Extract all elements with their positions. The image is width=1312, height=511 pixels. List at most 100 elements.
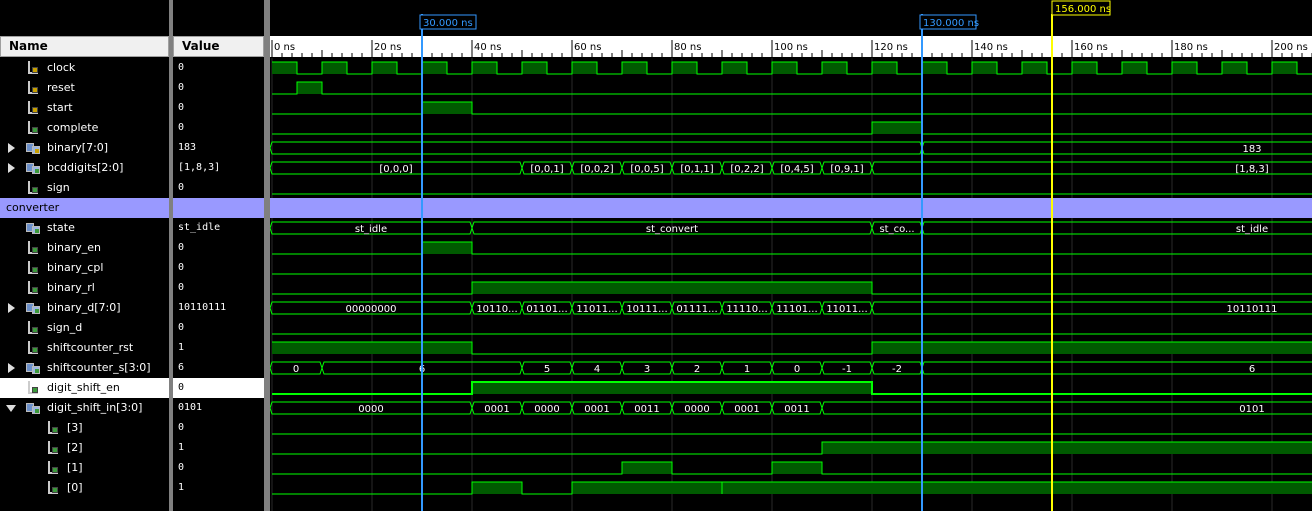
signal-row-shiftcounter-rst[interactable]: shiftcounter_rst [0,338,169,358]
bus-value-label: 0000 [534,404,559,415]
high-fill [422,102,472,114]
selected-value-highlight [173,378,264,398]
signal-row-shiftcounter-s-3-0[interactable]: shiftcounter_s[3:0] [0,358,169,378]
expand-arrow-icon[interactable] [6,405,16,412]
signal-name: clock [47,61,76,74]
signal-row-complete[interactable]: complete [0,118,169,138]
signal-name: digit_shift_en [47,381,120,394]
clock-high-fill [472,62,497,74]
signal-name: reset [47,81,75,94]
signal-row-binary-7-0[interactable]: binary[7:0] [0,138,169,158]
signal-name: [1] [67,461,83,474]
cursor-time-label: 156.000 ns [1055,4,1111,15]
signal-row-sign-d[interactable]: sign_d [0,318,169,338]
signal-row-1[interactable]: [1] [0,458,169,478]
clock-high-fill [622,62,647,74]
signal-row-binary-cpl[interactable]: binary_cpl [0,258,169,278]
signal-row-binary-d-7-0[interactable]: binary_d[7:0] [0,298,169,318]
signal-value-bcddigits-2-0: [1,8,3] [178,162,221,173]
clock-high-fill [672,62,697,74]
bus-value-label: 0 [794,364,800,375]
signal-value-shiftcounter-rst: 1 [178,342,185,353]
signal-name: digit_shift_in[3:0] [47,401,143,414]
bus-value-label: [0,2,2] [730,164,763,175]
signal-row-3[interactable]: [3] [0,418,169,438]
bus-value-label: 2 [694,364,700,375]
group-row-converter[interactable]: converter [0,198,169,218]
bus-value-label: [0,0,1] [530,164,563,175]
signal-row-binary-en[interactable]: binary_en [0,238,169,258]
bit-signal-icon [26,281,40,295]
high-fill [472,482,522,494]
signal-row-bcddigits-2-0[interactable]: bcddigits[2:0] [0,158,169,178]
bus-signal-icon [26,301,42,315]
bus-value-label: [0,1,1] [680,164,713,175]
signal-row-sign[interactable]: sign [0,178,169,198]
signal-row-0[interactable]: [0] [0,478,169,498]
bit-signal-icon [46,481,60,495]
clock-high-fill [722,62,747,74]
signal-name: binary_en [47,241,102,254]
signal-row-2[interactable]: [2] [0,438,169,458]
bus-value-label: 10110111 [1227,304,1278,315]
bus-value-label: 10110... [476,304,517,315]
signal-row-clock[interactable]: clock [0,58,169,78]
clock-high-fill [1272,62,1297,74]
high-fill [297,82,322,94]
signal-value-binary-7-0: 183 [178,142,197,153]
bus-value-label: -1 [842,364,852,375]
signal-name: shiftcounter_s[3:0] [47,361,151,374]
bit-signal-icon [26,61,40,75]
tick-label: 180 ns [1174,42,1208,53]
bus-value-label: 5 [544,364,550,375]
cursor-time-label: 30.000 ns [423,18,473,29]
bus-value-label: 4 [594,364,600,375]
signal-row-digit-shift-en[interactable]: digit_shift_en [0,378,169,398]
expand-arrow-icon[interactable] [8,143,15,153]
cursor-time-label: 130.000 ns [923,18,979,29]
value-panel [173,0,264,511]
bus-value-label: 6 [1249,364,1255,375]
signal-value-sign: 0 [178,182,185,193]
bus-value-label: st_co... [879,224,914,235]
signal-row-start[interactable]: start [0,98,169,118]
signal-value-2: 1 [178,442,185,453]
high-fill [872,342,1312,354]
signal-row-binary-rl[interactable]: binary_rl [0,278,169,298]
clock-high-fill [522,62,547,74]
clock-high-fill [1022,62,1047,74]
signal-row-state[interactable]: state [0,218,169,238]
expand-arrow-icon[interactable] [8,363,15,373]
tick-label: 80 ns [674,42,701,53]
clock-high-fill [1072,62,1097,74]
signal-name: [2] [67,441,83,454]
high-fill [472,282,872,294]
tick-label: 120 ns [874,42,908,53]
signal-value-digit-shift-in-3-0: 0101 [178,402,203,413]
signal-name: bcddigits[2:0] [47,161,124,174]
bus-value-label: st_idle [355,224,387,235]
name-column-header[interactable]: Name [0,36,169,57]
expand-arrow-icon[interactable] [8,303,15,313]
clock-high-fill [822,62,847,74]
high-fill [472,382,872,394]
high-fill [772,462,822,474]
bus-value-label: 1 [744,364,750,375]
signal-value-start: 0 [178,102,185,113]
signal-row-reset[interactable]: reset [0,78,169,98]
value-column-header[interactable]: Value [173,36,264,57]
bit-signal-icon [26,321,40,335]
signal-name: binary[7:0] [47,141,109,154]
high-fill [722,482,1312,494]
signal-value-binary-d-7-0: 10110111 [178,302,227,313]
clock-high-fill [872,62,897,74]
signal-name: state [47,221,75,234]
waveform-canvas[interactable]: 0 ns 20 ns 40 ns 60 ns 80 ns 100 ns 120 ns 140 … [270,0,1312,511]
clock-high-fill [1172,62,1197,74]
tick-label: 140 ns [974,42,1008,53]
signal-row-digit-shift-in-3-0[interactable]: digit_shift_in[3:0] [0,398,169,418]
expand-arrow-icon[interactable] [8,163,15,173]
signal-name: binary_d[7:0] [47,301,121,314]
signal-value-state: st_idle [178,222,221,233]
bus-value-label: 01101... [526,304,567,315]
